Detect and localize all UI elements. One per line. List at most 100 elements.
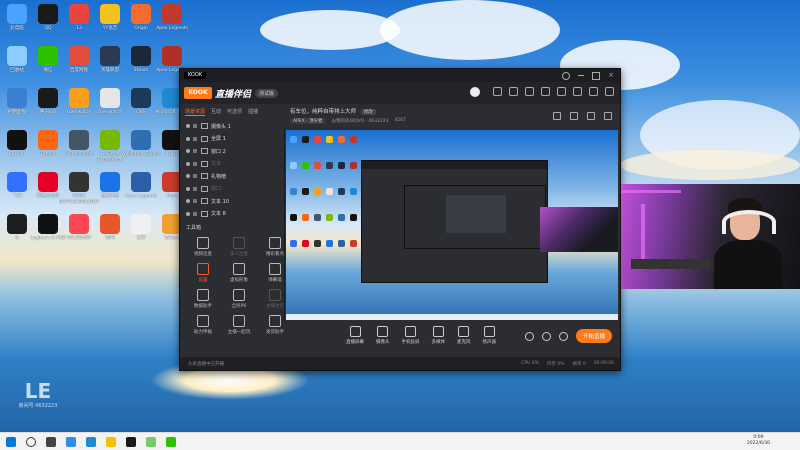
status-metric: 内存 0%	[546, 362, 565, 367]
lock-icon[interactable]	[193, 199, 197, 204]
action-label: 手机投屏	[401, 340, 420, 345]
tab-3[interactable]: 插播	[248, 108, 258, 116]
media-action[interactable]: 扬声器	[483, 326, 496, 345]
lock-icon[interactable]	[193, 136, 197, 141]
media-action[interactable]: 直播屏幕	[346, 326, 364, 345]
room-category[interactable]: APEX · 顶尖者	[290, 118, 326, 124]
eye-icon[interactable]	[186, 211, 190, 216]
source-item[interactable]: 窗口 2	[180, 145, 284, 158]
media-action[interactable]: 手机投屏	[402, 326, 420, 345]
avatar[interactable]	[470, 87, 480, 97]
eye-icon[interactable]	[541, 331, 551, 341]
preview-nested-window	[446, 195, 506, 233]
tool-button[interactable]: 视频连麦	[188, 237, 218, 257]
user-icon[interactable]	[557, 87, 566, 96]
tool-icon	[269, 315, 281, 327]
message-icon[interactable]	[573, 87, 582, 96]
gift-icon[interactable]	[525, 87, 534, 96]
tool-button[interactable]: 全民PK	[224, 289, 254, 309]
lock-icon[interactable]	[193, 186, 197, 191]
eye-icon[interactable]	[186, 161, 190, 166]
lock-icon[interactable]	[193, 161, 197, 166]
tab-0[interactable]: 场景资源	[185, 108, 206, 116]
tool-icon	[197, 315, 209, 327]
eye-icon[interactable]	[186, 136, 190, 141]
task-view-icon[interactable]	[46, 437, 56, 447]
tool-button[interactable]: 设置	[188, 263, 218, 283]
source-item[interactable]: 摄像头 1	[180, 120, 284, 133]
wechat-icon[interactable]	[166, 437, 176, 447]
app-icon[interactable]	[146, 437, 156, 447]
lock-icon[interactable]	[193, 124, 197, 129]
tab-1[interactable]: 互动	[211, 108, 221, 116]
start-icon[interactable]	[6, 437, 16, 447]
maximize-icon[interactable]	[592, 72, 601, 80]
desktop-icon[interactable]: Apex Legends	[155, 4, 189, 32]
lock-icon[interactable]	[193, 174, 197, 179]
media-action[interactable]: 麦克风	[457, 326, 471, 345]
lock-icon[interactable]	[553, 112, 561, 120]
desktop-icon[interactable]: PUBG BATTLEGROUNDS	[59, 172, 99, 206]
help-icon[interactable]	[605, 87, 614, 96]
edge-icon[interactable]	[86, 437, 96, 447]
start-live-button[interactable]: 开始直播	[575, 329, 612, 343]
eye-icon[interactable]	[186, 199, 190, 204]
share-icon[interactable]	[604, 112, 612, 120]
source-item[interactable]: 文本	[180, 158, 284, 171]
eye-icon[interactable]	[186, 174, 190, 179]
tool-label: 设置	[198, 278, 208, 283]
window-titlebar[interactable]: KOOK ×	[180, 69, 620, 82]
app-icon	[131, 88, 151, 108]
live-companion-window[interactable]: KOOK × KOOK 直播伴侣 测试版 场景资源 互动 可选项 插播 摄像头 …	[179, 68, 621, 371]
source-item[interactable]: 文本 10	[180, 195, 284, 208]
action-label: 麦克风	[457, 340, 471, 345]
stream-preview[interactable]	[286, 130, 618, 320]
lock-icon[interactable]	[193, 211, 197, 216]
app-icon[interactable]	[126, 437, 136, 447]
eye-icon[interactable]	[186, 149, 190, 154]
bell-icon[interactable]	[509, 87, 518, 96]
menu-icon[interactable]	[589, 87, 598, 96]
version-badge[interactable]: 测试版	[255, 88, 279, 98]
eye-icon[interactable]	[186, 124, 190, 129]
tool-button[interactable]: 多人连麦	[224, 237, 254, 257]
source-item[interactable]: 窗口	[180, 183, 284, 196]
bag-icon[interactable]	[587, 112, 595, 120]
source-icon	[201, 160, 208, 167]
tool-button[interactable]: 主播一起玩	[224, 315, 254, 335]
toolbox-title: 工具箱	[186, 225, 202, 231]
settings-icon[interactable]	[562, 72, 571, 80]
hotkey-icon[interactable]	[570, 112, 578, 120]
explorer-icon[interactable]	[106, 437, 116, 447]
tool-button[interactable]: 数据助手	[188, 289, 218, 309]
telegram-icon[interactable]	[66, 437, 76, 447]
room-info: 有车位，纯粹自带排上大师 修改 APEX · 顶尖者 @我的房间QVQ · 46…	[284, 104, 620, 128]
source-list: 摄像头 1 全屏 1 窗口 2 文本 礼物榜 窗口文本 10 文本 8	[180, 120, 284, 220]
minimize-icon[interactable]	[578, 75, 585, 76]
edit-title-button[interactable]: 修改	[360, 109, 376, 115]
tab-2[interactable]: 可选项	[227, 108, 242, 116]
source-item[interactable]: 文本 8	[180, 208, 284, 221]
eye-icon[interactable]	[186, 186, 190, 191]
search-icon[interactable]	[26, 437, 36, 447]
clock[interactable]: 0:09 2022/6/30	[747, 435, 770, 447]
record-icon[interactable]	[524, 331, 534, 341]
app-icon	[131, 214, 151, 234]
app-icon	[38, 172, 58, 192]
source-label: 文本 10	[211, 198, 229, 205]
media-action[interactable]: 摄像头	[376, 326, 390, 345]
settings-icon[interactable]	[558, 331, 568, 341]
app-icon	[100, 130, 120, 150]
desktop-icon[interactable]: GeForce Experience	[93, 130, 127, 164]
tool-button[interactable]: 助力申报	[188, 315, 218, 335]
tool-button[interactable]: 虚拟形象	[224, 263, 254, 283]
preview-icon	[338, 214, 345, 221]
lock-icon[interactable]	[193, 149, 197, 154]
app-icon	[7, 46, 27, 66]
source-item[interactable]: 礼物榜	[180, 170, 284, 183]
shop-icon[interactable]	[541, 87, 550, 96]
media-action[interactable]: 多媒体	[432, 326, 445, 345]
headset-icon[interactable]	[493, 87, 502, 96]
source-item[interactable]: 全屏 1	[180, 133, 284, 146]
close-icon[interactable]: ×	[608, 72, 614, 80]
